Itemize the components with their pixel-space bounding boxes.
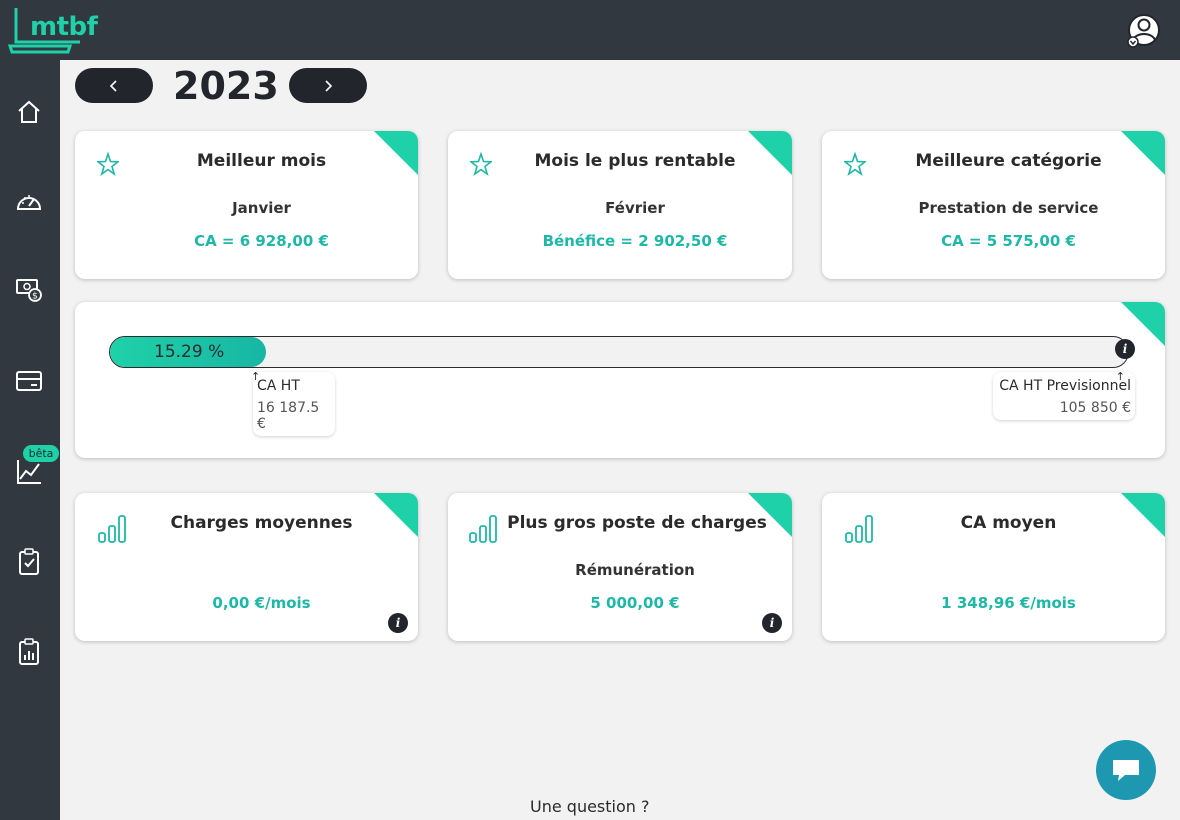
stat-card-average-revenue: CA moyen 1 348,96 €/mois — [822, 493, 1165, 641]
card-value: Bénéfice = 2 902,50 € — [542, 232, 728, 250]
logo-text: mtbf — [30, 12, 98, 42]
card-title: CA moyen — [960, 513, 1057, 533]
credit-card-icon — [16, 371, 42, 391]
sidebar-item-tasks[interactable] — [12, 545, 46, 579]
stat-card-best-category: Meilleure catégorie Prestation de servic… — [822, 131, 1165, 279]
sidebar-item-money[interactable]: $ — [12, 272, 46, 306]
chat-button[interactable] — [1096, 740, 1156, 800]
sidebar-item-dashboard[interactable] — [12, 185, 46, 219]
chat-bubble-icon — [1113, 760, 1139, 781]
sidebar: $ bêta — [0, 60, 60, 820]
card-title: Mois le plus rentable — [534, 151, 736, 171]
stat-card-most-profitable-month: Mois le plus rentable Février Bénéfice =… — [448, 131, 792, 279]
money-icon: $ — [16, 279, 42, 302]
progress-percent-label: 15.29 % — [154, 342, 225, 362]
line-chart-icon — [17, 460, 41, 484]
beta-badge: bêta — [23, 445, 59, 462]
user-account-button[interactable] — [1124, 12, 1162, 50]
card-value: 5 000,00 € — [590, 594, 680, 612]
revenue-progress-bar: 15.29 % — [109, 336, 1129, 368]
question-link[interactable]: Une question ? — [530, 797, 649, 816]
sidebar-item-home[interactable] — [12, 95, 46, 129]
up-arrow-icon: ↑ — [1115, 370, 1125, 383]
next-year-button[interactable] — [289, 68, 367, 103]
card-title: Plus gros poste de charges — [507, 513, 767, 533]
forecast-revenue-value: 105 850 € — [1059, 400, 1131, 416]
sidebar-item-reports[interactable] — [12, 635, 46, 669]
card-title: Meilleure catégorie — [915, 151, 1102, 171]
top-bar: mtbf — [0, 0, 1180, 60]
up-arrow-icon: ↑ — [251, 370, 261, 383]
card-value: 1 348,96 €/mois — [941, 594, 1076, 612]
previous-year-button[interactable] — [75, 68, 153, 103]
forecast-revenue-marker: ↑ CA HT Previsionnel 105 850 € — [993, 370, 1135, 420]
card-value: 0,00 €/mois — [212, 594, 311, 612]
current-revenue-marker: ↑ CA HT 16 187.5 € — [251, 370, 335, 436]
card-subtitle: Rémunération — [575, 561, 695, 579]
home-icon — [18, 100, 40, 123]
stat-card-average-charges: Charges moyennes 0,00 €/mois i — [75, 493, 418, 641]
stat-card-best-month: Meilleur mois Janvier CA = 6 928,00 € — [75, 131, 418, 279]
stat-card-biggest-charge: Plus gros poste de charges Rémunération … — [448, 493, 792, 641]
clipboard-chart-icon — [19, 638, 39, 665]
user-account-icon — [1127, 14, 1160, 48]
card-subtitle: Prestation de service — [918, 199, 1099, 217]
clipboard-check-icon — [19, 548, 39, 575]
card-subtitle: Janvier — [232, 199, 291, 217]
chevron-left-icon — [109, 79, 117, 92]
card-subtitle: Février — [605, 199, 665, 217]
card-value: CA = 6 928,00 € — [194, 232, 329, 250]
card-title: Meilleur mois — [196, 151, 327, 171]
revenue-progress-card: 15.29 % i ↑ CA HT 16 187.5 € ↑ CA HT Pre… — [75, 302, 1165, 458]
year-label: 2023 — [173, 64, 279, 108]
average-charges-info-icon[interactable]: i — [388, 613, 408, 633]
forecast-revenue-label: CA HT Previsionnel — [999, 378, 1131, 394]
biggest-charge-info-icon[interactable]: i — [762, 613, 782, 633]
dashboard-gauge-icon — [16, 195, 42, 210]
current-revenue-value: 16 187.5 € — [257, 400, 320, 432]
svg-text:$: $ — [32, 292, 38, 302]
chevron-right-icon — [325, 79, 333, 92]
sidebar-item-card[interactable] — [12, 364, 46, 398]
current-revenue-label: CA HT — [257, 378, 300, 394]
card-value: CA = 5 575,00 € — [941, 232, 1076, 250]
card-title: Charges moyennes — [170, 513, 353, 533]
progress-info-icon[interactable]: i — [1115, 339, 1135, 359]
mtbf-logo[interactable]: mtbf — [7, 6, 98, 54]
